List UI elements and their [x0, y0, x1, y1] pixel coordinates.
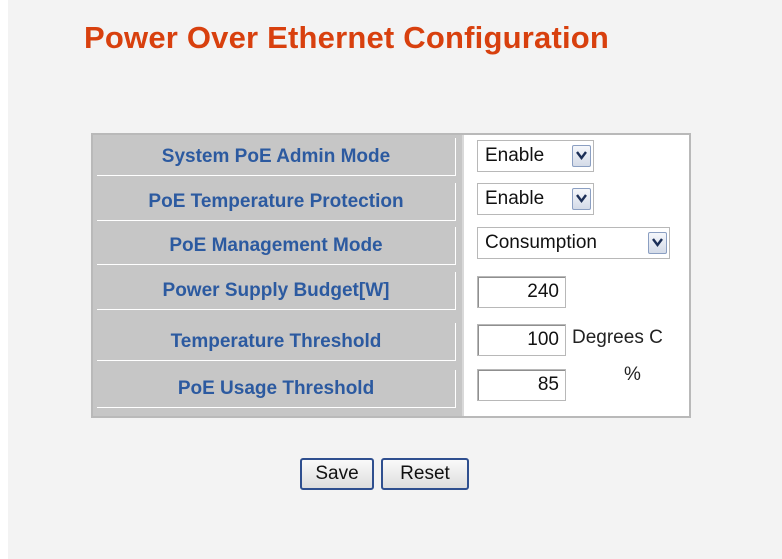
- chevron-down-icon: [648, 232, 667, 254]
- select-value: Enable: [485, 188, 545, 209]
- chevron-down-icon: [572, 188, 591, 210]
- save-button[interactable]: Save: [300, 458, 374, 490]
- select-value: Consumption: [485, 232, 597, 253]
- input-bevel: [478, 277, 565, 307]
- label-poe-temperature-protection: PoE Temperature Protection: [97, 183, 456, 221]
- poe-management-mode-select[interactable]: Consumption: [477, 227, 670, 259]
- power-supply-budget-input[interactable]: 240: [477, 276, 566, 308]
- percent-unit-label: %: [624, 364, 641, 385]
- system-poe-admin-mode-select[interactable]: Enable: [477, 140, 594, 172]
- label-system-poe-admin-mode: System PoE Admin Mode: [97, 138, 456, 176]
- label-power-supply-budget: Power Supply Budget[W]: [97, 272, 456, 310]
- label-poe-usage-threshold: PoE Usage Threshold: [97, 370, 456, 408]
- temperature-unit-label: Degrees C: [572, 327, 663, 348]
- temperature-threshold-input[interactable]: 100: [477, 324, 566, 356]
- input-bevel: [478, 325, 565, 355]
- chevron-down-icon: [572, 145, 591, 167]
- poe-temperature-protection-select[interactable]: Enable: [477, 183, 594, 215]
- input-bevel: [478, 370, 565, 400]
- label-temperature-threshold: Temperature Threshold: [97, 323, 456, 361]
- poe-usage-threshold-input[interactable]: 85: [477, 369, 566, 401]
- page-title: Power Over Ethernet Configuration: [84, 20, 610, 55]
- reset-button[interactable]: Reset: [381, 458, 469, 490]
- select-value: Enable: [485, 145, 545, 166]
- label-poe-management-mode: PoE Management Mode: [97, 227, 456, 265]
- poe-config-table: System PoE Admin Mode PoE Temperature Pr…: [91, 133, 691, 418]
